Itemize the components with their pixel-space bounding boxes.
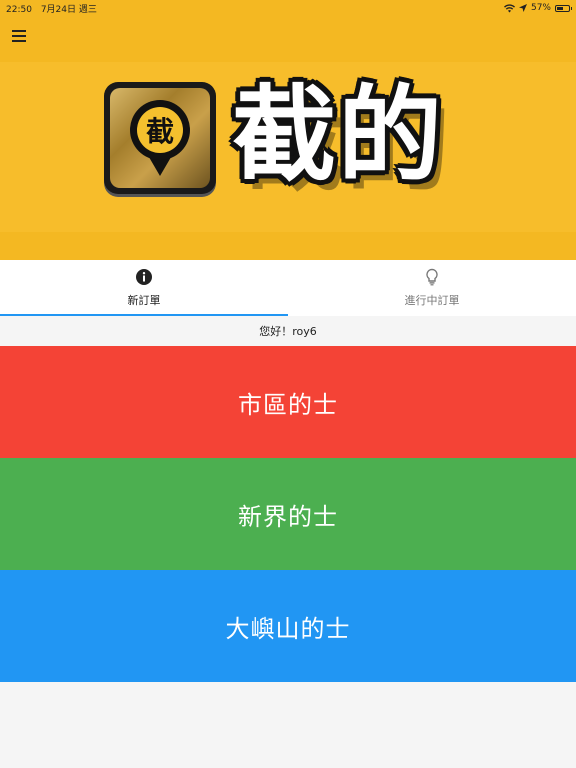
battery-icon bbox=[555, 4, 572, 12]
urban-taxi-button[interactable]: 市區的士 bbox=[0, 346, 576, 458]
lantau-taxi-button[interactable]: 大嶼山的士 bbox=[0, 570, 576, 682]
new-territories-taxi-button[interactable]: 新界的士 bbox=[0, 458, 576, 570]
tab-ongoing-orders[interactable]: 進行中訂單 bbox=[288, 260, 576, 316]
lightbulb-icon bbox=[426, 268, 438, 286]
button-label: 新界的士 bbox=[238, 502, 338, 531]
status-time: 22:50 bbox=[6, 4, 32, 15]
info-icon bbox=[136, 269, 152, 285]
button-label: 大嶼山的士 bbox=[225, 614, 351, 643]
brand-banner: 截 截的 bbox=[0, 62, 576, 232]
menu-icon[interactable] bbox=[12, 28, 32, 44]
status-bar-right: 57% bbox=[503, 3, 572, 13]
battery-percent: 57% bbox=[530, 3, 551, 13]
battery-fill bbox=[557, 6, 563, 10]
location-arrow-icon bbox=[518, 4, 527, 12]
wifi-icon bbox=[503, 3, 515, 12]
greeting-text: 您好！roy6 bbox=[0, 316, 576, 346]
tab-label: 進行中訂單 bbox=[404, 294, 460, 307]
button-label: 市區的士 bbox=[238, 390, 338, 419]
tab-label: 新訂單 bbox=[127, 294, 161, 307]
tab-new-orders[interactable]: 新訂單 bbox=[0, 260, 288, 316]
status-date: 7月24日 週三 bbox=[40, 4, 97, 15]
map-pin-icon: 截 bbox=[130, 100, 190, 178]
tab-bar: 新訂單 進行中訂單 bbox=[0, 260, 576, 316]
app-logo: 截 bbox=[104, 82, 216, 194]
brand-title: 截的 bbox=[232, 74, 445, 196]
status-bar-left: 22:50 7月24日 週三 bbox=[6, 2, 103, 15]
status-bar: 22:50 7月24日 週三 57% bbox=[0, 0, 576, 16]
logo-char: 截 bbox=[137, 107, 183, 153]
